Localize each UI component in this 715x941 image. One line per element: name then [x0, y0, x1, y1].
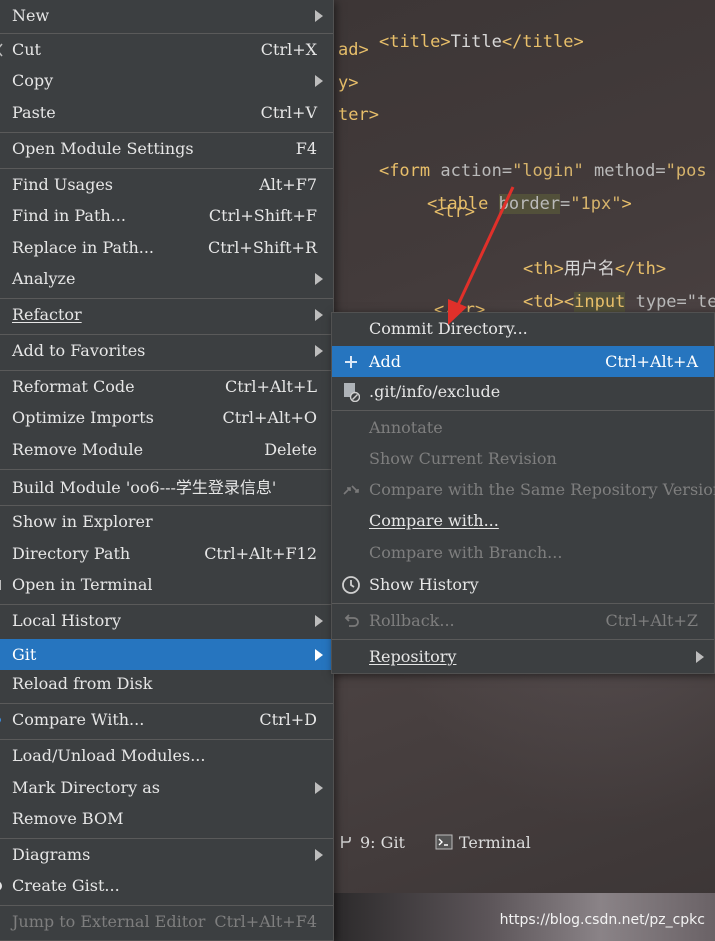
menu-item-remove-module[interactable]: Remove Module Delete — [0, 434, 333, 465]
menu-item-show-in-explorer[interactable]: Show in Explorer — [0, 506, 333, 537]
code-line-form: <form action="login" method="pos — [378, 161, 707, 181]
menu-item-copy[interactable]: Copy — [0, 65, 333, 96]
menu-item-compare-with[interactable]: Compare With... Ctrl+D — [0, 704, 333, 735]
submenu-arrow-icon — [315, 344, 323, 357]
menu-item-jump-to-external-editor: Jump to External Editor Ctrl+Alt+F4 — [12, 912, 317, 931]
git-branch-icon — [341, 836, 351, 848]
file-exclude-icon — [340, 381, 362, 403]
submenu-arrow-icon — [315, 648, 323, 661]
undo-icon — [340, 610, 362, 632]
git-compare-with-branch: Compare with Branch... — [369, 543, 563, 562]
project-context-menu: New Cut Ctrl+X Copy Paste Ctrl+V Open Modu… — [0, 0, 334, 941]
git-annotate: Annotate — [369, 418, 443, 437]
git-rollback: Rollback... Ctrl+Alt+Z — [332, 605, 714, 636]
code-line-table: <table border="1px"> — [426, 194, 632, 214]
git-submenu: Commit Directory... Add Ctrl+Alt+A .git/i… — [331, 312, 715, 674]
submenu-arrow-icon — [315, 308, 323, 321]
git-compare-same-repo-version: Compare with the Same Repository Version — [332, 474, 715, 505]
submenu-arrow-icon — [315, 781, 323, 794]
menu-item-build-module[interactable]: Build Module 'oo6---学生登录信息' — [0, 470, 333, 501]
menu-item-create-gist[interactable]: Create Gist... — [0, 870, 333, 901]
submenu-arrow-icon — [315, 74, 323, 87]
menu-item-load-unload-modules[interactable]: Load/Unload Modules... — [0, 740, 333, 771]
menu-separator — [332, 639, 714, 640]
menu-item-directory-path[interactable]: Directory Path Ctrl+Alt+F12 — [0, 538, 333, 569]
menu-item-new[interactable]: New — [0, 0, 333, 31]
diagram-edge-icon — [0, 847, 4, 863]
menu-item-reformat-code[interactable]: Reformat Code Ctrl+Alt+L — [0, 371, 333, 402]
code-line-body: y> — [338, 73, 359, 93]
menu-item-git[interactable]: Git — [0, 639, 333, 670]
git-repository[interactable]: Repository — [332, 641, 714, 672]
compare-arrows-icon — [340, 479, 362, 501]
code-line-header: ter> — [338, 105, 379, 125]
git-tool-label: 9: Git — [360, 832, 405, 852]
git-show-current-revision: Show Current Revision — [369, 449, 557, 468]
code-line-tr: <tr> — [434, 202, 475, 222]
menu-item-remove-bom[interactable]: Remove BOM — [0, 803, 333, 834]
menu-item-analyze[interactable]: Analyze — [0, 263, 333, 294]
terminal-edge-icon — [0, 577, 4, 593]
menu-item-find-usages[interactable]: Find Usages Alt+F7 — [0, 169, 333, 200]
submenu-arrow-icon — [315, 272, 323, 285]
menu-separator — [332, 603, 714, 604]
github-edge-icon — [0, 878, 4, 894]
git-tool-button[interactable]: 9: Git — [338, 833, 405, 852]
submenu-arrow-icon — [315, 614, 323, 627]
menu-item-open-module-settings[interactable]: Open Module Settings F4 — [0, 133, 333, 164]
menu-item-cut[interactable]: Cut Ctrl+X — [0, 34, 333, 65]
code-line-th: <th>用户名</th> — [522, 259, 667, 279]
code-line-title: <title>Title</title> — [378, 32, 584, 52]
menu-item-diagrams[interactable]: Diagrams — [0, 839, 333, 870]
menu-item-add-to-favorites[interactable]: Add to Favorites — [0, 335, 333, 366]
menu-item-paste[interactable]: Paste Ctrl+V — [0, 97, 333, 128]
menu-item-find-in-path[interactable]: Find in Path... Ctrl+Shift+F — [0, 200, 333, 231]
menu-separator — [332, 410, 714, 411]
menu-item-refactor[interactable]: Refactor — [0, 299, 333, 330]
menu-item-replace-in-path[interactable]: Replace in Path... Ctrl+Shift+R — [0, 232, 333, 263]
watermark: https://blog.csdn.net/pz_cpkc — [499, 912, 705, 928]
code-line-td: <td><input type="tex — [522, 292, 715, 312]
git-add[interactable]: Add Ctrl+Alt+A — [332, 346, 714, 377]
tool-window-strip: 9: Git Terminal — [334, 826, 715, 858]
git-commit-directory[interactable]: Commit Directory... — [332, 313, 714, 344]
cut-icon — [0, 42, 4, 58]
menu-item-open-in-terminal[interactable]: Open in Terminal — [0, 569, 333, 600]
compare-edge-icon — [0, 712, 4, 728]
git-show-history[interactable]: Show History — [332, 569, 714, 600]
submenu-arrow-icon — [315, 848, 323, 861]
plus-icon — [340, 351, 362, 373]
menu-item-local-history[interactable]: Local History — [0, 605, 333, 636]
menu-item-optimize-imports[interactable]: Optimize Imports Ctrl+Alt+O — [0, 402, 333, 433]
terminal-tool-button[interactable]: Terminal — [435, 833, 531, 852]
code-line-head-close: ad> — [338, 40, 369, 60]
submenu-arrow-icon — [696, 650, 704, 663]
clock-icon — [340, 574, 362, 596]
menu-item-mark-directory-as[interactable]: Mark Directory as — [0, 772, 333, 803]
submenu-arrow-icon — [315, 9, 323, 22]
terminal-tool-label: Terminal — [458, 832, 531, 852]
terminal-icon — [435, 834, 453, 850]
git-info-exclude[interactable]: .git/info/exclude — [332, 376, 714, 407]
menu-item-reload-from-disk[interactable]: Reload from Disk — [0, 668, 333, 699]
git-compare-with[interactable]: Compare with... — [332, 505, 714, 536]
